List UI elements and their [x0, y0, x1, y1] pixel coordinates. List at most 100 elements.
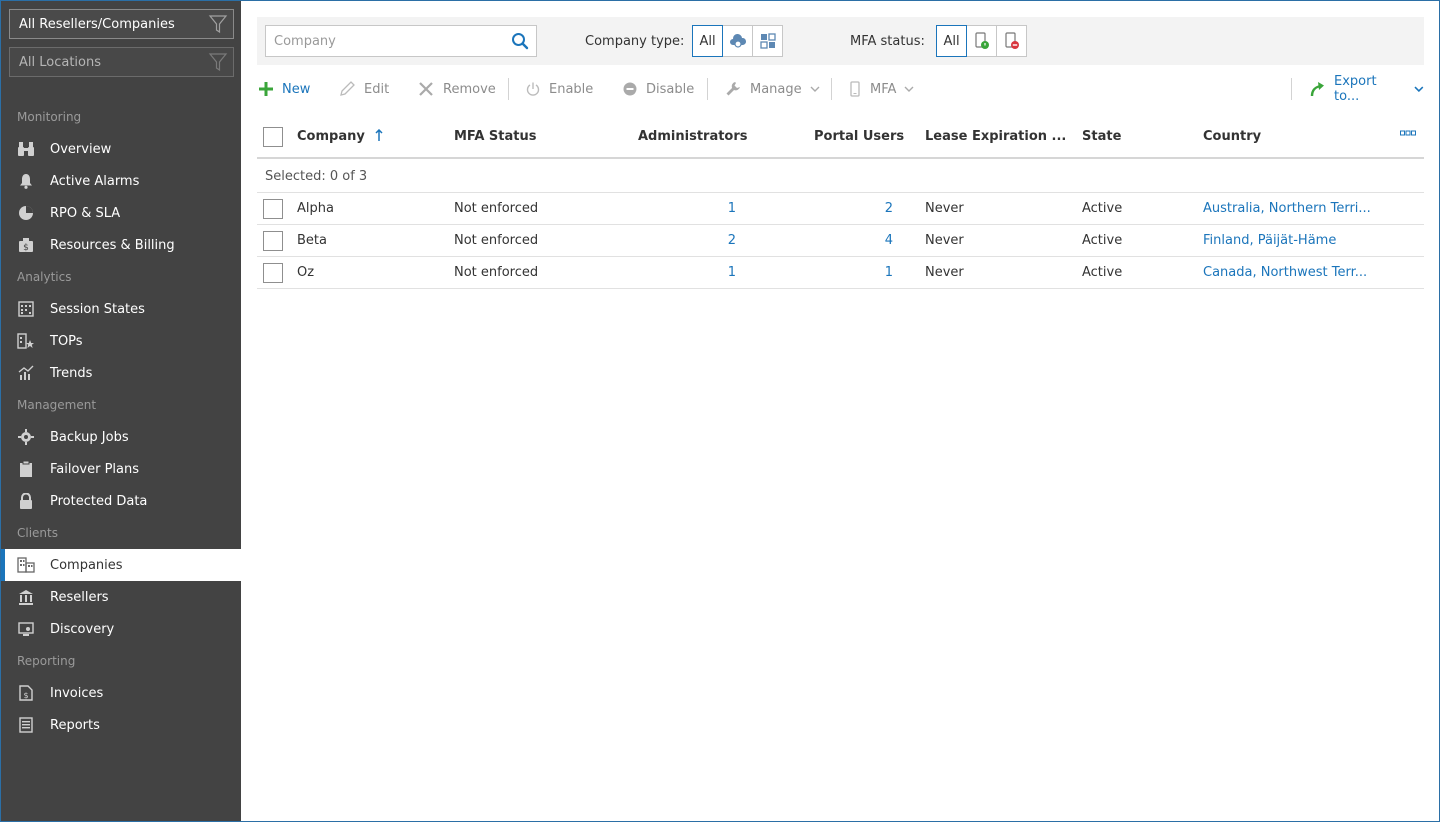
table-row[interactable]: Beta Not enforced 2 4 Never Active Finla… — [257, 225, 1424, 257]
cell-lease-expiration: Never — [925, 265, 964, 280]
mfa-button[interactable]: MFA — [849, 73, 914, 105]
cell-administrators-link[interactable]: 1 — [696, 265, 736, 280]
funnel-icon[interactable] — [207, 13, 229, 35]
minus-circle-icon — [623, 82, 637, 96]
column-header-state[interactable]: State — [1082, 129, 1121, 144]
locations-filter-label: All Locations — [19, 54, 102, 70]
export-label: Export to... — [1334, 74, 1377, 104]
sidebar-item-active-alarms[interactable]: Active Alarms — [5, 165, 241, 197]
table-row[interactable]: Oz Not enforced 1 1 Never Active Canada,… — [257, 257, 1424, 289]
sidebar-item-trends[interactable]: Trends — [5, 357, 241, 389]
sidebar: All Resellers/Companies All Locations Mo… — [1, 1, 251, 821]
search-icon[interactable] — [511, 32, 529, 54]
company-search[interactable] — [265, 25, 537, 57]
column-header-mfa-status[interactable]: MFA Status — [454, 129, 536, 144]
search-input[interactable] — [266, 26, 496, 56]
gear-icon — [17, 428, 35, 446]
toolbar-divider — [1291, 78, 1292, 100]
sidebar-item-label: Companies — [50, 557, 123, 573]
sidebar-item-label: Trends — [50, 365, 93, 381]
row-checkbox[interactable] — [263, 231, 283, 251]
locations-filter[interactable]: All Locations — [9, 47, 234, 77]
sidebar-item-failover-plans[interactable]: Failover Plans — [5, 453, 241, 485]
select-all-checkbox[interactable] — [263, 127, 283, 147]
row-checkbox[interactable] — [263, 263, 283, 283]
mfa-not-enforced-button[interactable] — [996, 25, 1027, 57]
money-bag-icon: $ — [17, 236, 35, 254]
cell-country-link[interactable]: Canada, Northwest Terr... — [1203, 265, 1367, 280]
sidebar-item-protected-data[interactable]: Protected Data — [5, 485, 241, 517]
wrench-icon — [725, 81, 741, 97]
chevron-down-icon — [1414, 86, 1424, 92]
manage-button[interactable]: Manage — [725, 73, 820, 105]
column-header-lease-expiration[interactable]: Lease Expiration ... — [925, 129, 1066, 144]
cell-portal-users-link[interactable]: 1 — [853, 265, 893, 280]
column-header-company[interactable]: Company — [297, 128, 383, 144]
column-header-portal-users[interactable]: Portal Users — [814, 129, 904, 144]
export-button[interactable]: Export to... — [1309, 73, 1424, 105]
column-header-country[interactable]: Country — [1203, 129, 1261, 144]
selection-count: Selected: 0 of 3 — [265, 169, 368, 184]
remove-button[interactable]: Remove — [418, 73, 496, 105]
cell-country-link[interactable]: Australia, Northern Terri... — [1203, 201, 1371, 216]
column-chooser-icon[interactable] — [1400, 127, 1416, 142]
sidebar-item-rpo-sla[interactable]: RPO & SLA — [5, 197, 241, 229]
sidebar-item-reports[interactable]: Reports — [5, 709, 241, 741]
sidebar-item-resellers[interactable]: Resellers — [5, 581, 241, 613]
enable-button[interactable]: Enable — [526, 73, 593, 105]
new-button[interactable]: New — [259, 73, 310, 105]
svg-text:$: $ — [23, 691, 28, 700]
close-icon — [418, 81, 434, 97]
sidebar-item-resources-billing[interactable]: $ Resources & Billing — [5, 229, 241, 261]
resellers-filter[interactable]: All Resellers/Companies — [9, 9, 234, 39]
invoice-icon: $ — [17, 684, 35, 702]
sidebar-item-label: Backup Jobs — [50, 429, 129, 445]
sidebar-item-label: Protected Data — [50, 493, 148, 509]
enable-label: Enable — [549, 81, 594, 97]
selection-summary-row: Selected: 0 of 3 — [257, 161, 1424, 193]
column-header-administrators[interactable]: Administrators — [638, 129, 748, 144]
sidebar-item-label: RPO & SLA — [50, 205, 121, 221]
cell-lease-expiration: Never — [925, 201, 964, 216]
mfa-status-label: MFA status: — [850, 34, 925, 49]
cell-portal-users-link[interactable]: 2 — [853, 201, 893, 216]
funnel-icon[interactable] — [207, 51, 229, 73]
section-title-monitoring: Monitoring — [17, 110, 82, 124]
row-checkbox[interactable] — [263, 199, 283, 219]
company-type-all-button[interactable]: All — [692, 25, 723, 57]
chevron-down-icon — [810, 86, 820, 92]
mfa-enforced-icon — [974, 32, 989, 49]
company-type-cloud-button[interactable] — [722, 25, 753, 57]
cell-mfa-status: Not enforced — [454, 265, 539, 280]
edit-button[interactable]: Edit — [339, 73, 389, 105]
disable-button[interactable]: Disable — [623, 73, 694, 105]
sidebar-item-overview[interactable]: Overview — [5, 133, 241, 165]
filter-bar: Company type: All MFA status: All — [257, 17, 1424, 65]
cell-state: Active — [1082, 201, 1123, 216]
mfa-enforced-button[interactable] — [966, 25, 997, 57]
sidebar-item-companies[interactable]: Companies — [1, 549, 251, 581]
cell-administrators-link[interactable]: 1 — [696, 201, 736, 216]
cell-state: Active — [1082, 265, 1123, 280]
mfa-not-enforced-icon — [1004, 32, 1019, 49]
sidebar-item-session-states[interactable]: Session States — [5, 293, 241, 325]
table-row[interactable]: Alpha Not enforced 1 2 Never Active Aust… — [257, 193, 1424, 225]
sidebar-item-backup-jobs[interactable]: Backup Jobs — [5, 421, 241, 453]
grid-calendar-icon — [17, 300, 35, 318]
cell-country-link[interactable]: Finland, Päijät-Häme — [1203, 233, 1336, 248]
company-type-managed-button[interactable] — [752, 25, 783, 57]
cell-portal-users-link[interactable]: 4 — [853, 233, 893, 248]
sidebar-item-tops[interactable]: TOPs — [5, 325, 241, 357]
manage-label: Manage — [750, 81, 802, 97]
mfa-all-button[interactable]: All — [936, 25, 967, 57]
cell-mfa-status: Not enforced — [454, 233, 539, 248]
sidebar-item-label: Resellers — [50, 589, 109, 605]
sidebar-item-label: Session States — [50, 301, 145, 317]
sidebar-item-label: Active Alarms — [50, 173, 140, 189]
sidebar-item-discovery[interactable]: Discovery — [5, 613, 241, 645]
bank-icon — [17, 588, 35, 606]
cell-company: Alpha — [297, 201, 334, 216]
sidebar-item-invoices[interactable]: $ Invoices — [5, 677, 241, 709]
toolbar-divider — [707, 78, 708, 100]
cell-administrators-link[interactable]: 2 — [696, 233, 736, 248]
